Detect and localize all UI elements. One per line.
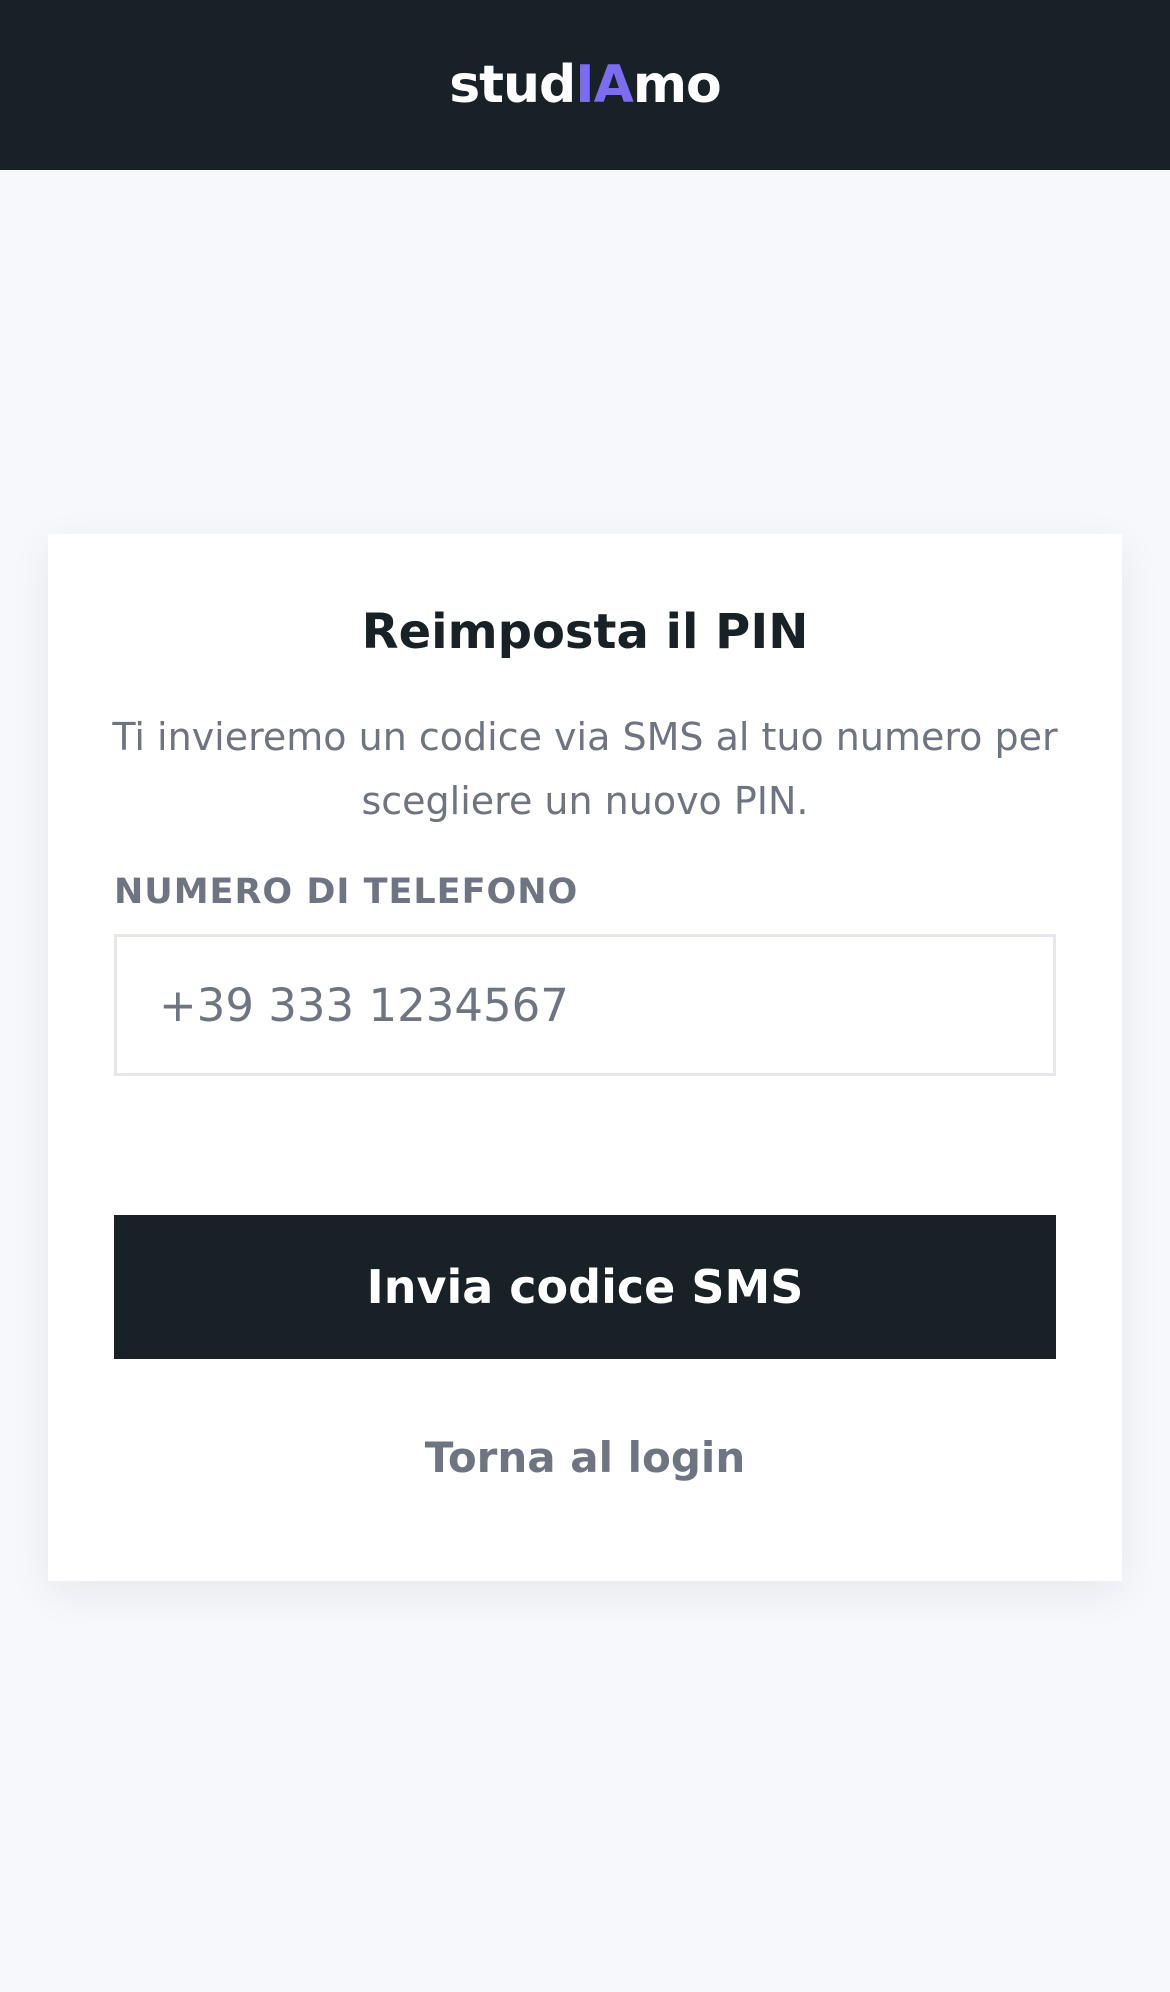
app-header: studIAmo bbox=[0, 0, 1170, 170]
studiamo-logo[interactable]: studIAmo bbox=[449, 59, 722, 111]
logo-prefix: stud bbox=[449, 55, 576, 115]
phone-input[interactable] bbox=[114, 934, 1056, 1076]
reset-description: Ti invieremo un codice via SMS al tuo nu… bbox=[112, 715, 1058, 823]
logo-suffix: mo bbox=[632, 55, 722, 115]
send-sms-code-button[interactable]: Invia codice SMS bbox=[114, 1215, 1056, 1359]
phone-label: NUMERO DI TELEFONO bbox=[114, 872, 579, 912]
logo-accent: IA bbox=[575, 55, 634, 115]
back-to-login-link[interactable]: Torna al login bbox=[0, 1430, 1170, 1486]
page-title: Reimposta il PIN bbox=[361, 604, 809, 660]
